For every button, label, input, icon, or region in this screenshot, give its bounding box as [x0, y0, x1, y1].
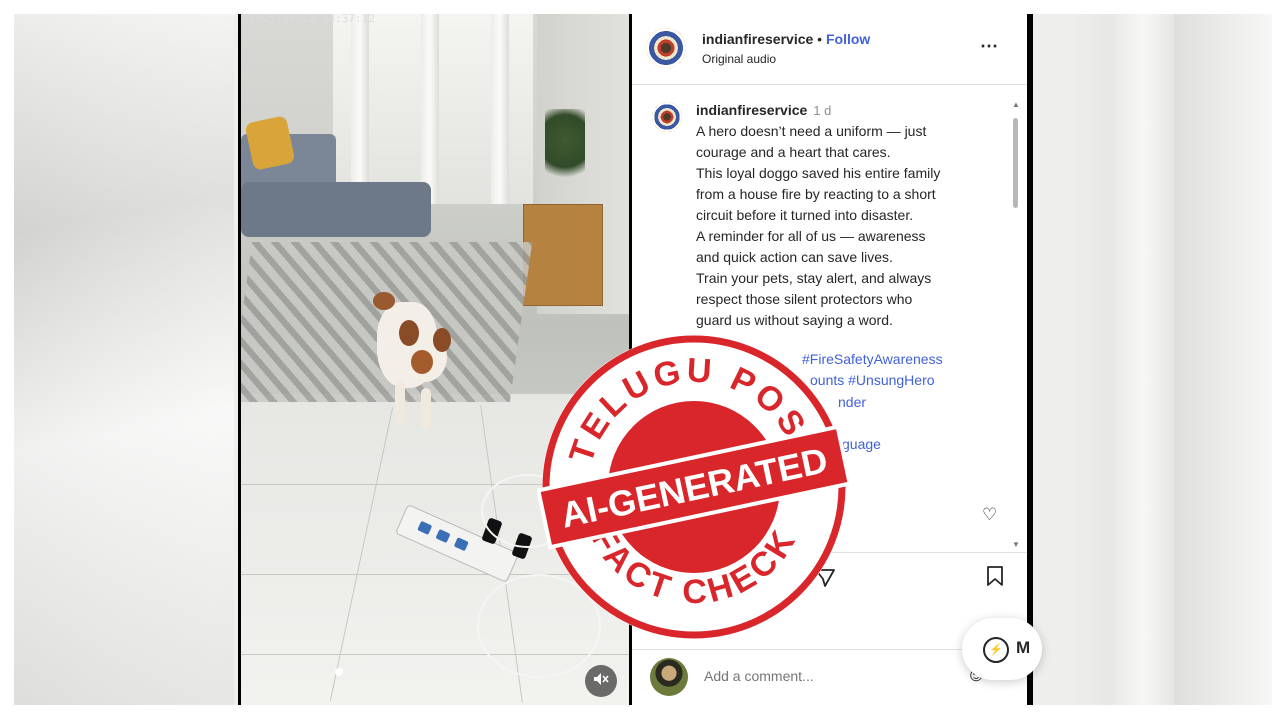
- caption-line: circuit before it turned into disaster.: [696, 207, 914, 223]
- caption-avatar[interactable]: [652, 102, 682, 132]
- audio-label[interactable]: Original audio: [702, 52, 776, 66]
- socket: [453, 537, 469, 552]
- caption-username[interactable]: indianfireservice: [696, 102, 807, 118]
- speaker-muted-icon: [593, 672, 609, 690]
- curtain: [491, 14, 509, 204]
- cabinet: [523, 204, 603, 306]
- header-username-row: indianfireservice • Follow: [702, 31, 870, 47]
- more-options-icon[interactable]: ⋯: [980, 36, 999, 57]
- caption-line: respect those silent protectors who: [696, 291, 913, 307]
- separator: •: [817, 31, 823, 47]
- panel-edge: [1027, 14, 1033, 705]
- dog-leg: [421, 388, 431, 430]
- header-username[interactable]: indianfireservice: [702, 31, 813, 47]
- video-timestamp: 2025-10-12 14:37:12: [249, 14, 375, 25]
- scroll-thumb[interactable]: [1013, 118, 1018, 208]
- yellow-cushion: [244, 115, 296, 171]
- bookmark-icon[interactable]: [986, 565, 1003, 586]
- messages-label: M: [1016, 638, 1031, 657]
- mute-button[interactable]: [585, 665, 617, 697]
- background-left-blur: [14, 14, 234, 705]
- caption-line: Train your pets, stay alert, and always: [696, 270, 932, 286]
- curtain: [421, 14, 439, 204]
- caption-line: guard us without saying a word.: [696, 312, 893, 328]
- caption-line: A reminder for all of us — awareness: [696, 228, 926, 244]
- caption-line: from a house fire by reacting to a short: [696, 186, 936, 202]
- dog-leg: [395, 382, 405, 424]
- messages-button[interactable]: ⚡ M: [962, 618, 1042, 680]
- background-right-blur: [1114, 14, 1174, 705]
- scroll-up-arrow-icon[interactable]: ▲: [1012, 100, 1020, 109]
- post-header: indianfireservice • Follow Original audi…: [632, 14, 1027, 85]
- socket: [435, 528, 451, 544]
- fact-check-stamp: TELUGU POST FACT CHECK AI-GENERATED: [535, 330, 853, 644]
- dog-ear: [399, 320, 419, 346]
- post-time[interactable]: 1 d: [813, 103, 831, 118]
- caption-line: A hero doesn’t need a uniform — just: [696, 123, 927, 139]
- caption-line: courage and a heart that cares.: [696, 144, 891, 160]
- like-comment-heart-icon[interactable]: ♡: [982, 505, 997, 525]
- messenger-icon: ⚡: [983, 637, 1009, 663]
- caption-scrollbar[interactable]: ▲ ▼: [1010, 96, 1022, 556]
- caption: indianfireservice 1 d A hero doesn’t need…: [696, 100, 986, 331]
- plant: [545, 109, 585, 189]
- light-reflection: [335, 668, 343, 676]
- profile-avatar[interactable]: [646, 28, 686, 68]
- caption-line: and quick action can save lives.: [696, 249, 893, 265]
- curtain: [351, 14, 369, 204]
- sofa-seat: [241, 182, 431, 237]
- follow-button[interactable]: Follow: [826, 31, 870, 47]
- dog-face-patch: [411, 350, 433, 374]
- scroll-down-arrow-icon[interactable]: ▼: [1012, 540, 1020, 549]
- user-avatar: [650, 658, 688, 696]
- caption-line: This loyal doggo saved his entire family: [696, 165, 941, 181]
- dog: [369, 292, 457, 432]
- dog-ear: [433, 328, 451, 352]
- socket: [417, 520, 433, 535]
- comment-input[interactable]: [702, 667, 956, 685]
- dog-patch: [373, 292, 395, 310]
